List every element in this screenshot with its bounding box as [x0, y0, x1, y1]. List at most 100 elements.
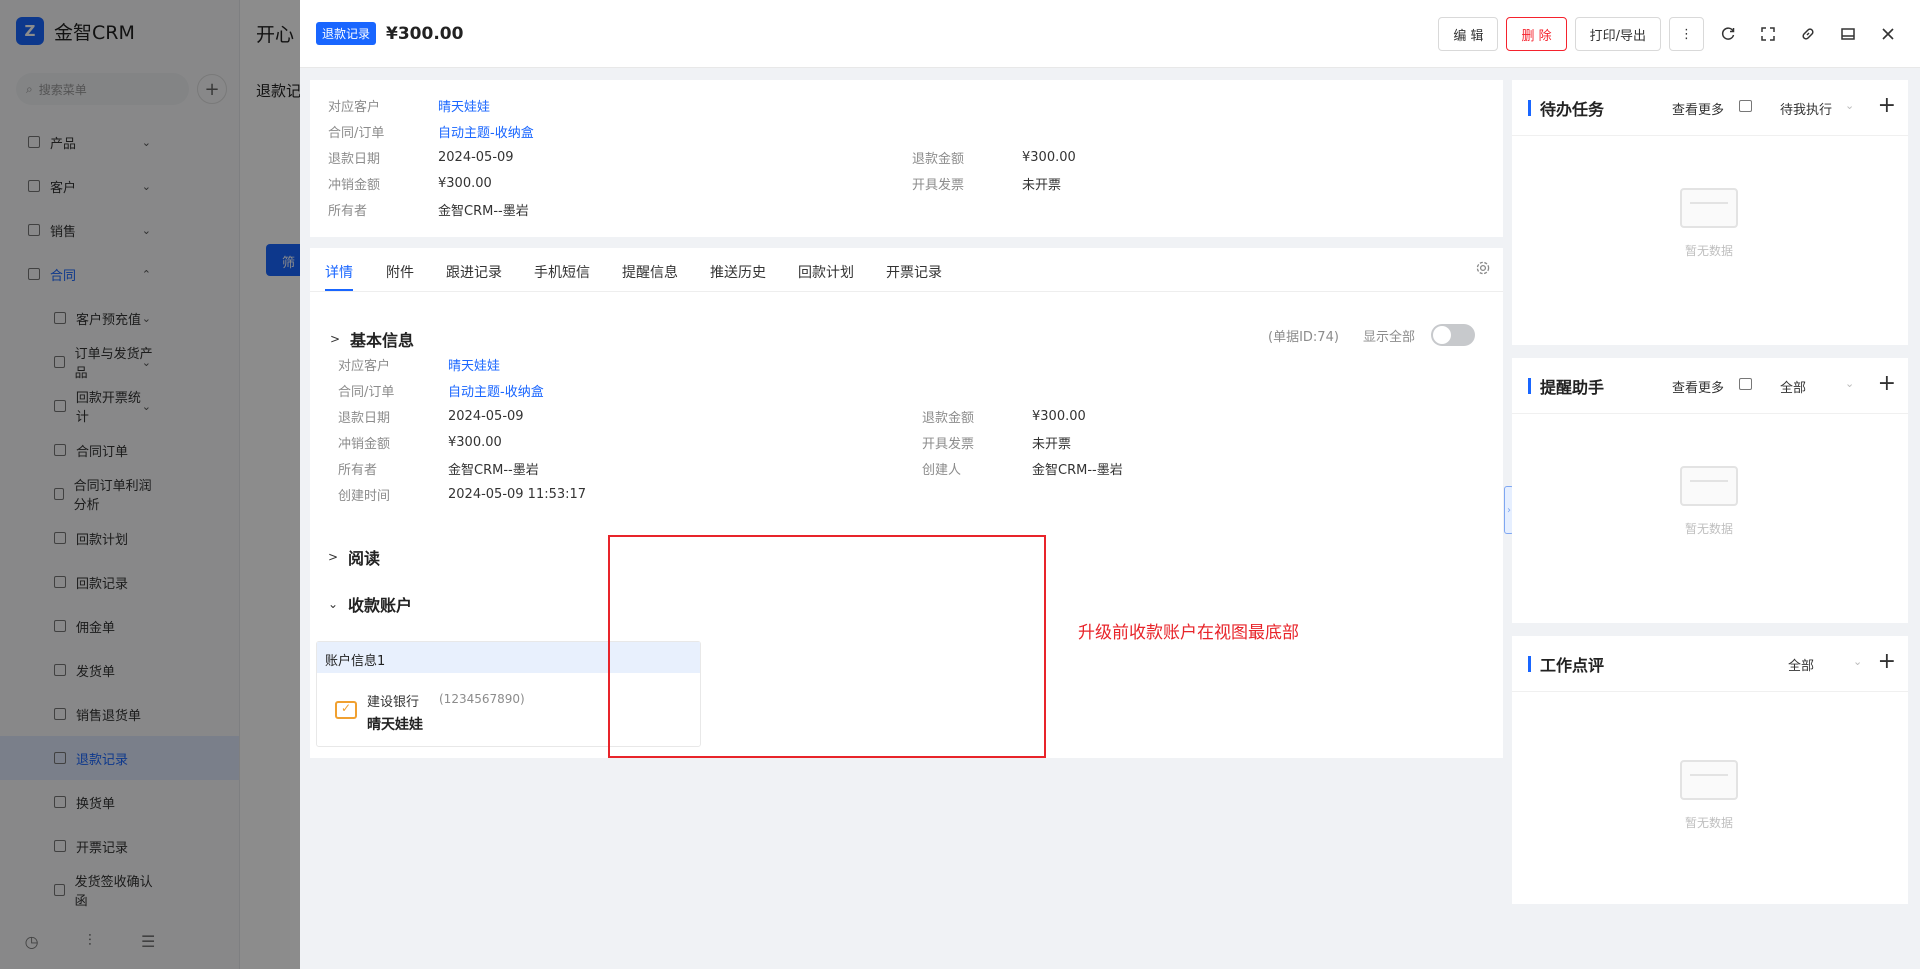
read-section-header[interactable]: > 阅读: [328, 545, 380, 569]
field-label: 对应客户: [338, 358, 391, 374]
empty-text: 暂无数据: [1684, 244, 1733, 258]
tab-details[interactable]: 详情: [325, 262, 353, 282]
field-value: 金智CRM--墨岩: [448, 462, 539, 478]
link-icon[interactable]: [1792, 17, 1824, 51]
window-icon[interactable]: [1832, 17, 1864, 51]
annotation-text: 升级前收款账户在视图最底部: [1078, 623, 1299, 643]
tab-sms[interactable]: 手机短信: [534, 262, 590, 282]
field-value: ¥300.00: [448, 434, 502, 450]
field-label: 所有者: [328, 203, 368, 219]
view-more-link[interactable]: 查看更多: [1672, 99, 1724, 118]
fullscreen-icon[interactable]: [1752, 17, 1784, 51]
field-value: 金智CRM--墨岩: [438, 203, 529, 219]
field-value: 2024-05-09 11:53:17: [448, 486, 587, 502]
field-label: 所有者: [338, 462, 378, 478]
reminder-filter-select[interactable]: 全部: [1780, 377, 1806, 396]
customer-link[interactable]: 晴天娃娃: [438, 96, 490, 115]
chevron-down-icon: ⌄: [1845, 99, 1855, 112]
empty-inbox-icon: [1680, 188, 1738, 228]
tab-push-history[interactable]: 推送历史: [710, 262, 766, 282]
book-icon: [1739, 378, 1752, 390]
field-label: 冲销金额: [328, 177, 381, 193]
more-icon[interactable]: ⋮: [1669, 17, 1704, 51]
basic-customer: 对应客户 晴天娃娃: [338, 355, 500, 374]
empty-text: 暂无数据: [1684, 522, 1733, 536]
review-filter-select[interactable]: 全部: [1788, 655, 1814, 674]
widget-header: 工作点评 全部 ⌄ +: [1512, 636, 1908, 692]
chevron-down-icon: ⌄: [1845, 377, 1855, 390]
contract-link[interactable]: 自动主题-收纳盒: [438, 122, 534, 141]
field-value: ¥300.00: [438, 175, 492, 191]
widget-header: 待办任务 查看更多 待我执行 ⌄ +: [1512, 80, 1908, 136]
summary-invoice: 开具发票 未开票: [912, 174, 1061, 193]
summary-offset: 冲销金额 ¥300.00: [328, 174, 492, 193]
section-title: 基本信息: [350, 331, 415, 350]
drawer-header: 退款记录 ¥300.00 编 辑 删 除 打印/导出 ⋮: [300, 0, 1920, 68]
close-icon[interactable]: [1872, 17, 1904, 51]
field-value: 金智CRM--墨岩: [1032, 462, 1123, 478]
book-icon: [1739, 100, 1752, 112]
empty-text: 暂无数据: [1684, 816, 1733, 830]
tab-invoice-records[interactable]: 开票记录: [886, 262, 942, 282]
field-value: ¥300.00: [1032, 408, 1086, 424]
field-label: 对应客户: [328, 99, 381, 115]
chevron-down-icon: ⌄: [328, 597, 339, 611]
basic-amount: 退款金额 ¥300.00: [922, 407, 1086, 426]
tab-followups[interactable]: 跟进记录: [446, 262, 502, 282]
add-icon[interactable]: +: [1878, 371, 1896, 396]
field-label: 退款日期: [328, 151, 381, 167]
add-icon[interactable]: +: [1878, 93, 1896, 118]
account-number: (1234567890): [439, 692, 525, 706]
section-title: 收款账户: [348, 596, 413, 615]
toggle-knob: [1433, 326, 1451, 344]
print-export-button[interactable]: 打印/导出: [1574, 17, 1661, 51]
wallet-icon: [335, 701, 357, 719]
widget-header: 提醒助手 查看更多 全部 ⌄ +: [1512, 358, 1908, 414]
account-holder: 晴天娃娃: [367, 717, 423, 733]
tab-attachments[interactable]: 附件: [386, 262, 414, 282]
widget-title: 工作点评: [1540, 656, 1605, 675]
account-section-header[interactable]: ⌄ 收款账户: [328, 592, 412, 616]
todo-widget: 待办任务 查看更多 待我执行 ⌄ + 暂无数据: [1512, 80, 1908, 345]
chevron-down-icon: ⌄: [1853, 655, 1863, 668]
refresh-icon[interactable]: [1712, 17, 1744, 51]
show-all-toggle[interactable]: [1431, 324, 1475, 346]
basic-owner: 所有者 金智CRM--墨岩: [338, 459, 539, 478]
gear-icon[interactable]: [1475, 260, 1491, 280]
bank-name: 建设银行: [367, 695, 420, 710]
basic-date: 退款日期 2024-05-09: [338, 407, 524, 426]
field-label: 冲销金额: [338, 436, 391, 452]
basic-offset: 冲销金额 ¥300.00: [338, 433, 502, 452]
todo-filter-select[interactable]: 待我执行: [1780, 99, 1832, 118]
empty-inbox-icon: [1680, 466, 1738, 506]
tab-reminders[interactable]: 提醒信息: [622, 262, 678, 282]
detail-tabs: 详情 附件 跟进记录 手机短信 提醒信息 推送历史 回款计划 开票记录: [310, 248, 1503, 292]
view-more-link[interactable]: 查看更多: [1672, 377, 1724, 396]
widget-title: 提醒助手: [1540, 378, 1605, 397]
customer-link[interactable]: 晴天娃娃: [448, 355, 500, 374]
edit-button[interactable]: 编 辑: [1438, 17, 1499, 51]
field-label: 退款日期: [338, 410, 391, 426]
tab-payment-plan[interactable]: 回款计划: [798, 262, 854, 282]
field-value: 未开票: [1032, 436, 1072, 452]
summary-contract: 合同/订单 自动主题-收纳盒: [328, 122, 534, 141]
field-value: ¥300.00: [1022, 149, 1076, 165]
field-label: 合同/订单: [338, 384, 395, 400]
basic-invoice: 开具发票 未开票: [922, 433, 1072, 452]
summary-owner: 所有者 金智CRM--墨岩: [328, 200, 529, 219]
field-label: 创建时间: [338, 488, 391, 504]
field-label: 开具发票: [922, 436, 975, 452]
basic-contract: 合同/订单 自动主题-收纳盒: [338, 381, 544, 400]
header-actions: 编 辑 删 除 打印/导出 ⋮: [1438, 17, 1904, 51]
contract-link[interactable]: 自动主题-收纳盒: [448, 381, 544, 400]
chevron-right-icon: >: [330, 332, 341, 346]
reminder-widget: 提醒助手 查看更多 全部 ⌄ + 暂无数据: [1512, 358, 1908, 623]
field-label: 创建人: [922, 462, 962, 478]
basic-info-header[interactable]: > 基本信息: [330, 327, 414, 351]
delete-button[interactable]: 删 除: [1506, 17, 1567, 51]
highlight-box: [608, 535, 1046, 758]
section-title: 阅读: [348, 549, 381, 568]
basic-created-time: 创建时间 2024-05-09 11:53:17: [338, 485, 587, 504]
add-icon[interactable]: +: [1878, 649, 1896, 674]
field-value: 2024-05-09: [448, 408, 524, 424]
